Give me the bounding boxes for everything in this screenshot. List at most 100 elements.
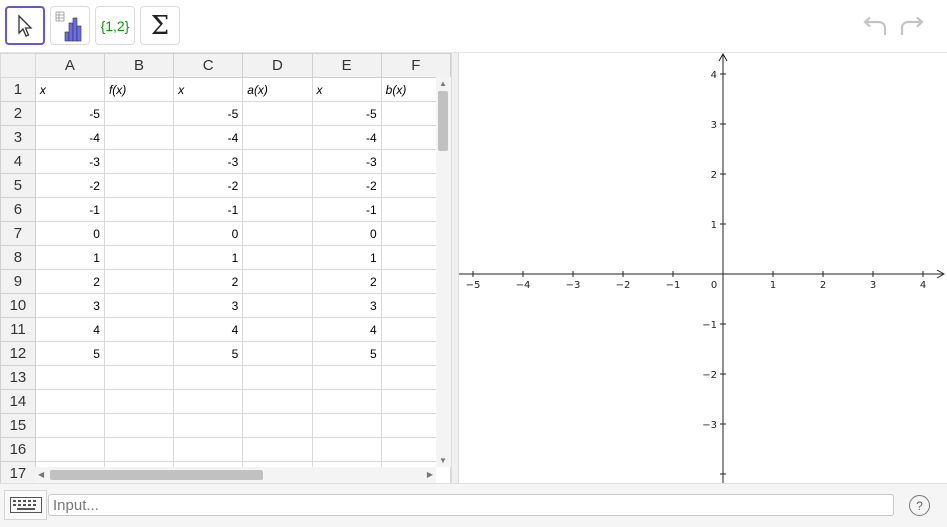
cell-a5[interactable]: -2	[34, 173, 105, 198]
cell-c1[interactable]: x	[173, 77, 244, 102]
row-header-4[interactable]: 4	[0, 149, 36, 174]
cell-c5[interactable]: -2	[173, 173, 244, 198]
cell-c15[interactable]	[173, 413, 244, 438]
cell-b9[interactable]	[103, 269, 175, 294]
cell-b16[interactable]	[103, 437, 175, 462]
cell-b2[interactable]	[103, 101, 175, 126]
vertical-scroll-thumb[interactable]	[438, 91, 448, 151]
cell-a7[interactable]: 0	[34, 221, 105, 246]
sum-tool-button[interactable]: Σ	[140, 6, 180, 45]
horizontal-scroll-thumb[interactable]	[50, 470, 263, 480]
column-header-d[interactable]: D	[242, 53, 313, 78]
cell-d1[interactable]: a(x)	[242, 77, 313, 102]
cell-d4[interactable]	[242, 149, 313, 174]
cell-e4[interactable]: -3	[311, 149, 382, 174]
column-header-f[interactable]: F	[380, 53, 451, 78]
cell-a10[interactable]: 3	[34, 293, 105, 318]
row-header-9[interactable]: 9	[0, 269, 36, 294]
cell-e8[interactable]: 1	[311, 245, 382, 270]
move-tool-button[interactable]	[5, 6, 45, 45]
undo-button[interactable]	[860, 12, 890, 42]
vertical-scrollbar[interactable]: ▲ ▼	[436, 77, 451, 467]
cell-e11[interactable]: 4	[311, 317, 382, 342]
scroll-right-icon[interactable]: ▶	[427, 470, 433, 479]
cell-d15[interactable]	[242, 413, 313, 438]
cell-d5[interactable]	[242, 173, 313, 198]
row-header-3[interactable]: 3	[0, 125, 36, 150]
scroll-up-icon[interactable]: ▲	[439, 79, 447, 88]
cell-d14[interactable]	[242, 389, 313, 414]
cell-c12[interactable]: 5	[173, 341, 244, 366]
row-header-5[interactable]: 5	[0, 173, 36, 198]
row-header-17[interactable]: 17	[0, 461, 36, 483]
cell-d11[interactable]	[242, 317, 313, 342]
cell-e9[interactable]: 2	[311, 269, 382, 294]
cell-b13[interactable]	[103, 365, 175, 390]
cell-e1[interactable]: x	[311, 77, 382, 102]
cell-c14[interactable]	[173, 389, 244, 414]
cell-e16[interactable]	[311, 437, 382, 462]
row-header-16[interactable]: 16	[0, 437, 36, 462]
cell-d12[interactable]	[242, 341, 313, 366]
corner-cell[interactable]	[0, 53, 36, 78]
cell-e15[interactable]	[311, 413, 382, 438]
cell-c3[interactable]: -4	[173, 125, 244, 150]
column-header-e[interactable]: E	[311, 53, 382, 78]
cell-b4[interactable]	[103, 149, 175, 174]
cell-a6[interactable]: -1	[34, 197, 105, 222]
cell-e6[interactable]: -1	[311, 197, 382, 222]
cell-e12[interactable]: 5	[311, 341, 382, 366]
cell-d3[interactable]	[242, 125, 313, 150]
row-header-13[interactable]: 13	[0, 365, 36, 390]
cell-d10[interactable]	[242, 293, 313, 318]
row-header-8[interactable]: 8	[0, 245, 36, 270]
cell-e5[interactable]: -2	[311, 173, 382, 198]
cell-c9[interactable]: 2	[173, 269, 244, 294]
cell-b8[interactable]	[103, 245, 175, 270]
cell-e7[interactable]: 0	[311, 221, 382, 246]
cell-a16[interactable]	[34, 437, 105, 462]
cell-a14[interactable]	[34, 389, 105, 414]
cell-a8[interactable]: 1	[34, 245, 105, 270]
keyboard-button[interactable]	[4, 490, 47, 520]
cell-c7[interactable]: 0	[173, 221, 244, 246]
view-divider[interactable]	[451, 53, 459, 483]
cell-d9[interactable]	[242, 269, 313, 294]
cell-a2[interactable]: -5	[34, 101, 105, 126]
cell-b15[interactable]	[103, 413, 175, 438]
cell-c11[interactable]: 4	[173, 317, 244, 342]
cell-d16[interactable]	[242, 437, 313, 462]
cell-d8[interactable]	[242, 245, 313, 270]
cell-c16[interactable]	[173, 437, 244, 462]
cell-c6[interactable]: -1	[173, 197, 244, 222]
cell-a4[interactable]: -3	[34, 149, 105, 174]
row-header-1[interactable]: 1	[0, 77, 36, 102]
cell-c2[interactable]: -5	[173, 101, 244, 126]
cell-b12[interactable]	[103, 341, 175, 366]
cell-a12[interactable]: 5	[34, 341, 105, 366]
cell-b5[interactable]	[103, 173, 175, 198]
row-header-10[interactable]: 10	[0, 293, 36, 318]
cell-e14[interactable]	[311, 389, 382, 414]
cell-c10[interactable]: 3	[173, 293, 244, 318]
cell-d2[interactable]	[242, 101, 313, 126]
cell-b3[interactable]	[103, 125, 175, 150]
graphics-view[interactable]: −5 −4 −3 −2 −1 0 1 2 3 4 4 3 2 1 −1 −2 −3	[459, 53, 947, 483]
row-header-11[interactable]: 11	[0, 317, 36, 342]
scroll-left-icon[interactable]: ◀	[38, 470, 44, 479]
cell-c13[interactable]	[173, 365, 244, 390]
cell-b10[interactable]	[103, 293, 175, 318]
row-header-15[interactable]: 15	[0, 413, 36, 438]
cell-e3[interactable]: -4	[311, 125, 382, 150]
cell-e13[interactable]	[311, 365, 382, 390]
row-header-12[interactable]: 12	[0, 341, 36, 366]
cell-d6[interactable]	[242, 197, 313, 222]
column-header-b[interactable]: B	[103, 53, 175, 78]
cell-b14[interactable]	[103, 389, 175, 414]
column-header-c[interactable]: C	[173, 53, 244, 78]
row-header-7[interactable]: 7	[0, 221, 36, 246]
cell-a13[interactable]	[34, 365, 105, 390]
cell-e2[interactable]: -5	[311, 101, 382, 126]
scroll-down-icon[interactable]: ▼	[439, 456, 447, 465]
cell-a9[interactable]: 2	[34, 269, 105, 294]
